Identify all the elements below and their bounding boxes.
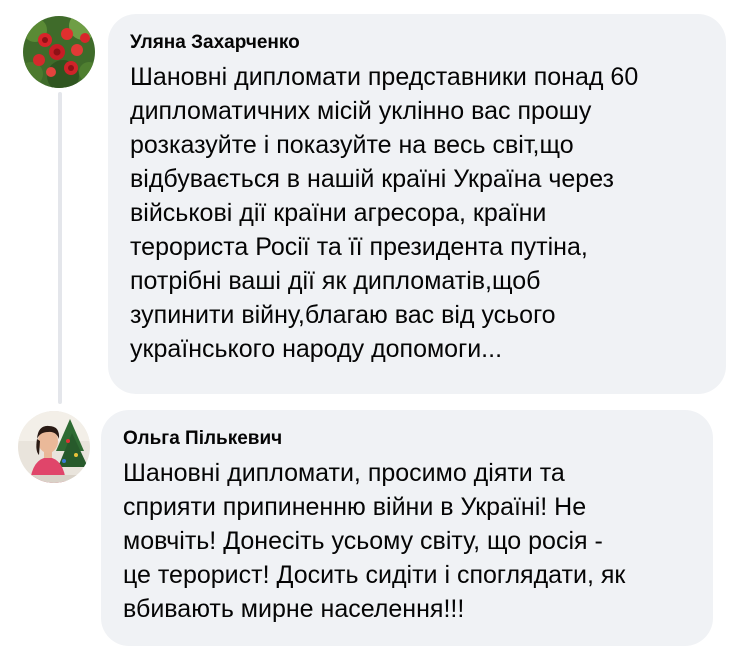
avatar[interactable] [23,16,95,88]
comment-text-line: потрібні ваші дії як дипломатів,щоб [130,267,541,295]
comment-text-line: сприяти припиненню війни в Україні! Не [123,493,587,521]
comment-text-line: вбивають мирне населення!!! [123,595,465,623]
woman-portrait-avatar-icon [18,411,90,483]
comment-author[interactable]: Уляна Захарченко [130,30,706,56]
comment-text: Шановні дипломати представники понад 60 … [130,60,706,366]
comment-text-line: Шановні дипломати представники понад 60 [130,63,639,91]
comment-text-line: українського народу допомоги... [130,335,503,363]
comment-text-line: мовчіть! Донесіть усьому світу, що росія… [123,527,603,555]
comment-text-line: відбувається в нашій країні Україна чере… [130,165,615,193]
comment-text-line: військові дії країни агресора, країни [130,199,547,227]
comment-text-line: зупинити війну,благаю вас від усього [130,301,556,329]
comment-text-line: це терорист! Досить сидіти і споглядати,… [123,561,626,589]
comment-text-line: дипломатичних місій уклінно вас прошу [130,97,592,125]
avatar[interactable] [18,411,90,483]
comment-text-line: терориста Росії та її президента путіна, [130,233,588,261]
reply-thread-line [58,92,62,404]
comment-author[interactable]: Ольга Пількевич [123,426,693,452]
roses-photo-avatar-icon [23,16,95,88]
comment-text-line: розказуйте і показуйте на весь світ,що [130,131,574,159]
comment-text-line: Шановні дипломати, просимо діяти та [123,459,565,487]
comment-text: Шановні дипломати, просимо діяти та спри… [123,456,693,626]
comment-bubble: Уляна Захарченко Шановні дипломати предс… [108,14,726,394]
comment-bubble: Ольга Пількевич Шановні дипломати, проси… [101,410,713,646]
